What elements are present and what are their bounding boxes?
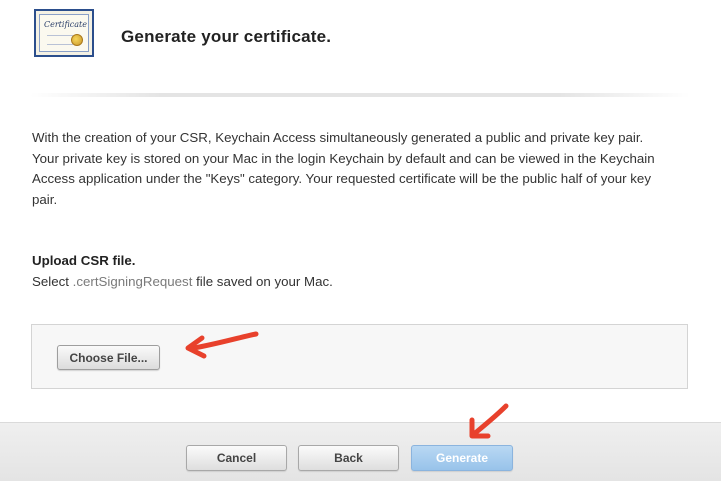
choose-file-button[interactable]: Choose File...	[57, 345, 160, 370]
upload-heading: Upload CSR file.	[32, 253, 136, 268]
annotation-arrow-icon	[469, 403, 509, 439]
certificate-icon: Certificate	[34, 9, 94, 57]
file-extension: .certSigningRequest	[72, 274, 193, 289]
generate-button[interactable]: Generate	[411, 445, 513, 471]
page-title: Generate your certificate.	[121, 27, 332, 46]
file-upload-panel: Choose File...	[31, 324, 688, 389]
back-button[interactable]: Back	[298, 445, 399, 471]
certificate-icon-label: Certificate	[44, 20, 87, 29]
description-text: With the creation of your CSR, Keychain …	[32, 130, 655, 207]
upload-instruction: Select .certSigningRequest file saved on…	[32, 274, 333, 289]
cancel-button[interactable]: Cancel	[186, 445, 287, 471]
footer-toolbar: Cancel Back Generate	[0, 422, 721, 481]
header-divider	[30, 93, 690, 97]
annotation-arrow-icon	[185, 331, 259, 359]
page-header: Certificate Generate your certificate.	[0, 0, 721, 90]
seal-icon	[71, 34, 83, 46]
